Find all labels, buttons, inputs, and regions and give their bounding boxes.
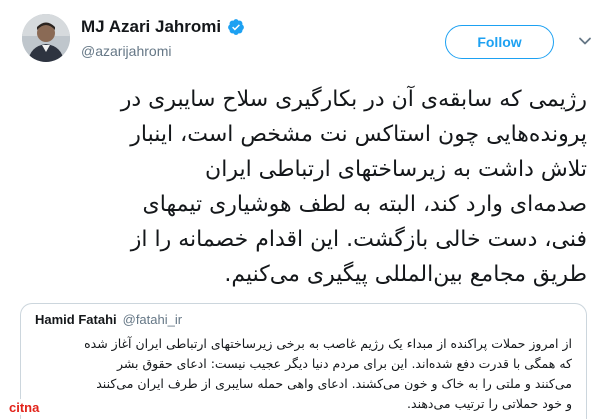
chevron-down-icon[interactable]	[578, 33, 592, 47]
quoted-author-name[interactable]: Hamid Fatahi	[35, 312, 117, 327]
verified-badge-icon	[227, 18, 245, 36]
tweet-text-line: فنی، دست خالی بازگشت. این اقدام خصمانه ر…	[130, 227, 587, 252]
quoted-text-line: که همگی با قدرت دفع شده‌اند. این برای مر…	[116, 356, 572, 371]
author-display-name[interactable]: MJ Azari Jahromi	[81, 17, 221, 37]
tweet-text-line: رژیمی که سابقه‌ی آن در بکارگیری سلاح سای…	[120, 87, 587, 112]
svg-text:citna: citna	[9, 400, 40, 415]
quoted-tweet[interactable]: Hamid Fatahi @fatahi_ir از امروز حملات پ…	[20, 303, 587, 419]
citna-watermark-logo: citna	[6, 398, 52, 416]
quoted-text-line: می‌کنند و ملتی را به خاک و خون می‌کشند. …	[96, 376, 572, 391]
tweet-text-line: تلاش داشت به زیرساختهای ارتباطی ایران	[205, 157, 587, 182]
tweet-header: MJ Azari Jahromi @azarijahromi Follow	[0, 0, 605, 80]
tweet-text-line: طریق مجامع بین‌المللی پیگیری می‌کنیم.	[224, 262, 587, 287]
quoted-author-handle[interactable]: @fatahi_ir	[123, 312, 182, 327]
quoted-tweet-text: از امروز حملات پراکنده از مبداء یک رژیم …	[32, 334, 572, 414]
tweet-text-line: صدمه‌ای وارد کند، البته به لطف هوشیاری ت…	[142, 192, 587, 217]
tweet-text-line: پرونده‌هایی چون استاکس نت مشخص است، اینب…	[130, 122, 587, 147]
follow-button[interactable]: Follow	[445, 25, 554, 59]
author-handle[interactable]: @azarijahromi	[81, 43, 171, 59]
tweet-text: رژیمی که سابقه‌ی آن در بکارگیری سلاح سای…	[12, 82, 587, 292]
author-avatar[interactable]	[22, 14, 70, 62]
quoted-text-line: از امروز حملات پراکنده از مبداء یک رژیم …	[84, 336, 572, 351]
quoted-text-line: و خود حملاتی را ترتیب می‌دهند.	[407, 396, 572, 411]
